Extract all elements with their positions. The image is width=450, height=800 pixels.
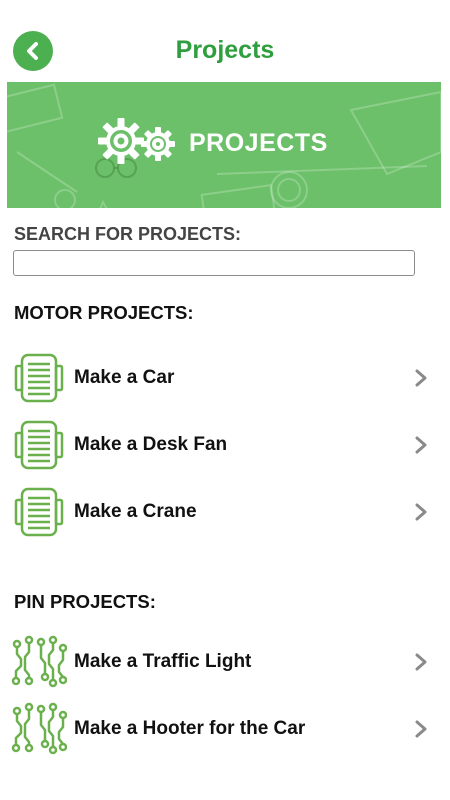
gears-icon: [98, 118, 175, 164]
list-item-label: Make a Crane: [74, 501, 197, 522]
motor-icon: [10, 348, 68, 408]
motor-icon: [10, 482, 68, 542]
banner-heading: PROJECTS: [95, 115, 328, 171]
chevron-right-icon: [410, 651, 432, 673]
circuit-pins-icon: [10, 699, 68, 759]
pin-projects-heading: PIN PROJECTS:: [14, 591, 156, 612]
projects-banner: PROJECTS: [7, 82, 441, 208]
top-header: Projects: [0, 18, 450, 80]
chevron-right-icon: [410, 718, 432, 740]
list-item-make-a-desk-fan[interactable]: Make a Desk Fan: [10, 415, 440, 475]
list-item-label: Make a Car: [74, 367, 175, 388]
search-label: SEARCH FOR PROJECTS:: [14, 224, 242, 244]
projects-screen: Projects PROJECTS SEARCH FOR PROJECTS: M…: [0, 0, 450, 800]
list-item-label: Make a Hooter for the Car: [74, 718, 306, 739]
list-item-make-a-traffic-light[interactable]: Make a Traffic Light: [10, 632, 440, 692]
motor-icon: [10, 415, 68, 475]
page-title: Projects: [175, 36, 275, 64]
list-item-label: Make a Desk Fan: [74, 434, 228, 455]
list-item-make-a-car[interactable]: Make a Car: [10, 348, 440, 408]
search-input[interactable]: [13, 250, 415, 276]
motor-projects-heading: MOTOR PROJECTS:: [14, 302, 194, 323]
list-item-label: Make a Traffic Light: [74, 651, 252, 672]
chevron-right-icon: [410, 434, 432, 456]
circuit-pins-icon: [10, 632, 68, 692]
list-item-make-a-crane[interactable]: Make a Crane: [10, 482, 440, 542]
chevron-right-icon: [410, 501, 432, 523]
chevron-right-icon: [410, 367, 432, 389]
list-item-make-a-hooter-for-the-car[interactable]: Make a Hooter for the Car: [10, 699, 440, 759]
banner-title: PROJECTS: [189, 128, 328, 157]
